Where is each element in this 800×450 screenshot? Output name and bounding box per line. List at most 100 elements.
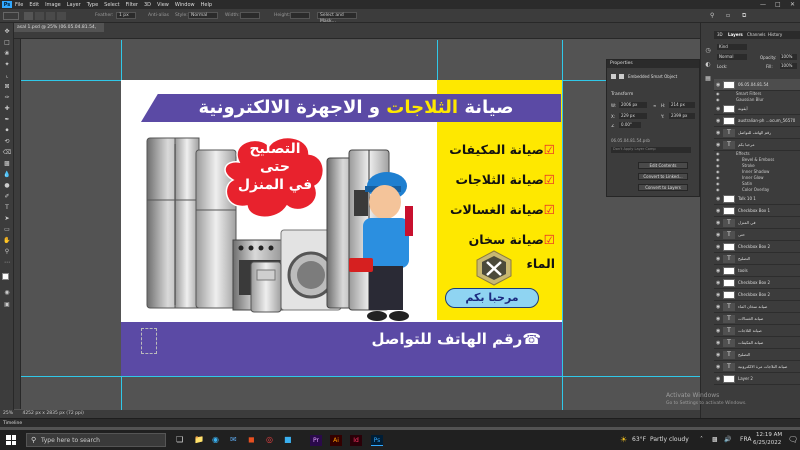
visibility-eye-icon[interactable]: ◉ [716, 256, 720, 262]
visibility-eye-icon[interactable]: ◉ [716, 163, 720, 168]
language-indicator[interactable]: FRA [740, 436, 751, 443]
lasso-tool-icon[interactable]: ❀ [2, 48, 12, 58]
visibility-eye-icon[interactable]: ◉ [716, 91, 720, 96]
x-input[interactable]: 229 px [619, 113, 647, 119]
link-icon[interactable]: ∞ [653, 103, 656, 108]
rectangle-tool-icon[interactable]: ▭ [2, 224, 12, 234]
zoom-tool-icon[interactable]: ⚲ [2, 246, 12, 256]
visibility-eye-icon[interactable]: ◉ [716, 316, 720, 322]
eraser-icon[interactable]: ⌫ [2, 147, 12, 157]
menu-select[interactable]: Select [104, 2, 119, 8]
menu-file[interactable]: File [15, 2, 23, 8]
libraries-icon[interactable]: ▦ [703, 73, 713, 83]
visibility-eye-icon[interactable]: ◉ [716, 376, 720, 382]
angle-input[interactable]: 0.00° [619, 122, 641, 128]
edge-icon[interactable]: ◉ [212, 435, 219, 444]
blend-mode-select[interactable]: Normal [717, 54, 747, 60]
layer-row[interactable]: ◉ 06.05.04.81.54 [714, 79, 800, 91]
layer-row[interactable]: ◉ T في المنزل [714, 217, 800, 229]
visibility-eye-icon[interactable]: ◉ [716, 181, 720, 186]
visibility-eye-icon[interactable]: ◉ [716, 97, 720, 102]
clock-time[interactable]: 12:19 AM [756, 432, 782, 438]
layer-row[interactable]: ◉ Talk 10 1 [714, 193, 800, 205]
marquee-tool-icon[interactable]: □ [2, 37, 12, 47]
visibility-eye-icon[interactable]: ◉ [716, 118, 720, 124]
opacity-input[interactable]: 100% [780, 54, 797, 60]
menu-filter[interactable]: Filter [126, 2, 138, 8]
weather-temp[interactable]: 63°F [632, 436, 646, 443]
layer-row[interactable]: ◉ Checkbox Box 1 [714, 205, 800, 217]
timeline-panel[interactable]: Timeline [0, 418, 800, 427]
layer-row[interactable]: ◉ أيقونة [714, 103, 800, 115]
layer-row[interactable]: ◉ Checkbox Box 2 [714, 277, 800, 289]
convert-to-layers-button[interactable]: Convert to Layers [638, 184, 688, 191]
eyedropper-icon[interactable]: ✑ [2, 92, 12, 102]
menu-help[interactable]: Help [201, 2, 212, 8]
adjustments-icon[interactable]: ◐ [703, 59, 713, 69]
guide-line[interactable] [21, 376, 700, 377]
taskbar-search-box[interactable]: ⚲ Type here to search [26, 433, 166, 447]
start-windows-icon[interactable] [6, 435, 16, 445]
visibility-eye-icon[interactable]: ◉ [716, 364, 720, 370]
layer-row[interactable]: ◉ Checkbox Box 2 [714, 241, 800, 253]
guide-line[interactable] [562, 40, 563, 410]
photoshop-taskbar-icon[interactable]: Ps [371, 435, 383, 446]
share-icon[interactable]: ⧉ [742, 12, 746, 20]
store-icon[interactable]: ■ [284, 435, 292, 444]
layer-row[interactable]: ◉ T مرحبا بكم [714, 139, 800, 151]
guide-line[interactable] [437, 40, 438, 80]
visibility-eye-icon[interactable]: ◉ [716, 142, 720, 148]
layer-row[interactable]: ◉ T التصليح [714, 253, 800, 265]
visibility-eye-icon[interactable]: ◉ [716, 220, 720, 226]
healing-brush-icon[interactable]: ✚ [2, 103, 12, 113]
mail-icon[interactable]: ✉ [230, 435, 237, 444]
visibility-eye-icon[interactable]: ◉ [716, 352, 720, 358]
document-tab[interactable]: asal 1.psd @ 25% (06.05.04.81.54, CMYK/8… [14, 23, 104, 39]
w-input[interactable]: 2006 px [619, 102, 647, 108]
visibility-eye-icon[interactable]: ◉ [716, 169, 720, 174]
clock-date[interactable]: 6/25/2022 [753, 440, 781, 446]
history-brush-icon[interactable]: ⟲ [2, 136, 12, 146]
visibility-eye-icon[interactable]: ◉ [716, 196, 720, 202]
edit-contents-button[interactable]: Edit Contents [638, 162, 688, 169]
zoom-level[interactable]: 25% [3, 411, 13, 416]
visibility-eye-icon[interactable]: ◉ [716, 268, 720, 274]
layer-row[interactable]: ◉ T صيانة الثلاجات [714, 325, 800, 337]
volume-icon[interactable]: 🔊 [724, 436, 731, 443]
new-selection-icon[interactable] [24, 12, 33, 20]
workspace-icon[interactable]: ▫ [726, 12, 730, 19]
clone-stamp-icon[interactable]: ⚫ [2, 125, 12, 135]
foreground-color-swatch[interactable] [2, 273, 9, 280]
frame-tool-icon[interactable]: ⊠ [2, 81, 12, 91]
antialias-checkbox[interactable]: Anti-alias [148, 13, 169, 18]
crop-tool-icon[interactable]: ⌞ [2, 70, 12, 80]
marquee-tool-icon[interactable] [3, 12, 19, 20]
hand-tool-icon[interactable]: ✋ [2, 235, 12, 245]
filter-kind-select[interactable]: Kind [717, 44, 747, 50]
chrome-icon[interactable]: ◎ [266, 435, 273, 444]
style-select[interactable]: Normal [188, 12, 218, 19]
gradient-tool-icon[interactable]: ▩ [2, 158, 12, 168]
visibility-eye-icon[interactable]: ◉ [716, 244, 720, 250]
fill-input[interactable]: 100% [780, 63, 797, 69]
path-selection-icon[interactable]: ➤ [2, 213, 12, 223]
magic-wand-icon[interactable]: ✦ [2, 59, 12, 69]
h-input[interactable]: 214 px [669, 102, 695, 108]
visibility-eye-icon[interactable]: ◉ [716, 82, 720, 88]
weather-text[interactable]: Partly cloudy [650, 436, 689, 443]
visibility-eye-icon[interactable]: ◉ [716, 106, 720, 112]
indesign-icon[interactable]: Id [350, 435, 362, 446]
layer-row[interactable]: ◉ Layer 2 [714, 373, 800, 385]
menu-type[interactable]: Type [87, 2, 98, 8]
close-icon[interactable]: ✕ [790, 1, 795, 8]
weather-icon[interactable]: ☀ [620, 435, 627, 444]
visibility-eye-icon[interactable]: ◉ [716, 157, 720, 162]
blur-tool-icon[interactable]: 💧 [2, 169, 12, 179]
file-explorer-icon[interactable]: 📁 [194, 435, 204, 444]
visibility-eye-icon[interactable]: ◉ [716, 232, 720, 238]
add-selection-icon[interactable] [35, 12, 44, 20]
menu-edit[interactable]: Edit [29, 2, 39, 8]
maximize-icon[interactable]: □ [775, 1, 781, 8]
tray-chevron-icon[interactable]: ˄ [700, 436, 703, 443]
menu-view[interactable]: View [157, 2, 169, 8]
